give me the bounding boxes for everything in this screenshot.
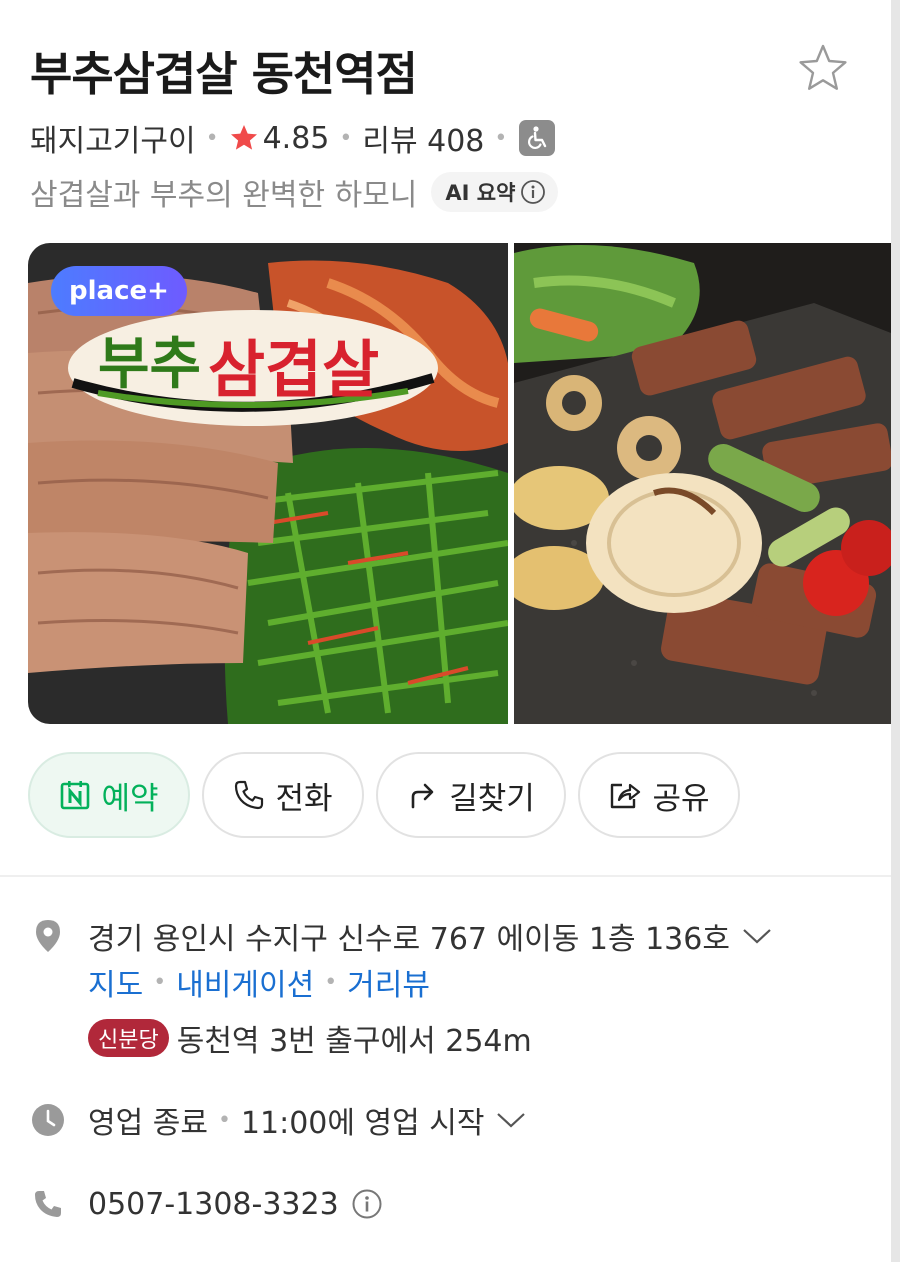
reserve-label: 예약 bbox=[101, 780, 159, 817]
photo-gallery[interactable]: 부추 삼겹살 place+ bbox=[28, 243, 891, 724]
favorite-star-icon[interactable] bbox=[793, 40, 853, 96]
phone-icon bbox=[30, 1186, 66, 1222]
ai-badge-label: AI 요약 bbox=[445, 181, 516, 205]
ai-summary-badge[interactable]: AI 요약 bbox=[431, 172, 559, 212]
call-button[interactable]: 전화 bbox=[202, 752, 364, 838]
reserve-button[interactable]: 예약 bbox=[28, 752, 190, 838]
section-divider bbox=[0, 875, 891, 877]
directions-label: 길찾기 bbox=[449, 780, 535, 817]
logo-part-2: 삼겹살 bbox=[208, 333, 379, 406]
separator-dot: • bbox=[339, 125, 353, 151]
logo-part-1: 부추 bbox=[98, 332, 201, 397]
action-buttons: 예약 전화 길찾기 공유 bbox=[28, 752, 752, 838]
subway-line-badge: 신분당 bbox=[88, 1019, 169, 1057]
share-label: 공유 bbox=[652, 780, 710, 817]
phone-number: 0507-1308-3323 bbox=[88, 1186, 339, 1222]
clock-icon bbox=[30, 1102, 66, 1138]
business-hours-row[interactable]: 영업 종료 • 11:00에 영업 시작 bbox=[88, 1098, 526, 1142]
navigation-link[interactable]: 내비게이션 bbox=[176, 960, 314, 1004]
call-label: 전화 bbox=[275, 780, 333, 817]
photo-pork-belly[interactable]: 부추 삼겹살 place+ bbox=[28, 243, 508, 724]
place-title: 부추삼겹살 동천역점 bbox=[30, 47, 418, 101]
phone-row[interactable]: 0507-1308-3323 bbox=[88, 1182, 383, 1226]
separator-dot: • bbox=[494, 125, 508, 151]
review-count-link[interactable]: 리뷰 408 bbox=[362, 116, 484, 160]
subway-distance-text: 동천역 3번 출구에서 254m bbox=[176, 1024, 532, 1059]
phone-icon bbox=[233, 779, 265, 811]
location-pin-icon bbox=[30, 918, 66, 954]
separator-dot: • bbox=[217, 1107, 231, 1133]
share-icon bbox=[608, 779, 642, 811]
rating-value: 4.85 bbox=[262, 120, 330, 156]
directions-arrow-icon bbox=[407, 779, 439, 811]
wheelchair-icon bbox=[519, 120, 556, 156]
street-view-link[interactable]: 거리뷰 bbox=[347, 960, 430, 1004]
separator-dot: • bbox=[153, 969, 167, 995]
info-icon[interactable] bbox=[351, 1188, 383, 1220]
place-plus-badge: place+ bbox=[51, 266, 187, 316]
meta-row: 돼지고기구이 • 4.85 • 리뷰 408 • bbox=[30, 116, 556, 160]
map-link[interactable]: 지도 bbox=[88, 960, 143, 1004]
category-label: 돼지고기구이 bbox=[30, 124, 196, 159]
info-icon bbox=[521, 180, 546, 204]
share-button[interactable]: 공유 bbox=[578, 752, 740, 838]
hours-next-open: 11:00에 영업 시작 bbox=[240, 1106, 485, 1141]
naver-calendar-icon bbox=[59, 779, 91, 811]
subway-info: 신분당 동천역 3번 출구에서 254m bbox=[88, 1016, 532, 1060]
separator-dot: • bbox=[205, 125, 219, 151]
directions-button[interactable]: 길찾기 bbox=[376, 752, 566, 838]
photo-grill-plate[interactable] bbox=[514, 243, 891, 724]
address-row[interactable]: 경기 용인시 수지구 신수로 767 에이동 1층 136호 bbox=[88, 914, 772, 958]
rating: 4.85 bbox=[229, 120, 330, 156]
rating-star-icon bbox=[230, 125, 257, 150]
map-links: 지도 • 내비게이션 • 거리뷰 bbox=[88, 960, 430, 1004]
scroll-rail bbox=[891, 0, 900, 1262]
separator-dot: • bbox=[324, 969, 338, 995]
chevron-down-icon[interactable] bbox=[742, 927, 772, 945]
ai-summary-text: 삼겹살과 부추의 완벽한 하모니 bbox=[30, 178, 418, 213]
address-text: 경기 용인시 수지구 신수로 767 에이동 1층 136호 bbox=[88, 922, 730, 957]
hours-status: 영업 종료 bbox=[88, 1106, 208, 1141]
chevron-down-icon[interactable] bbox=[496, 1111, 526, 1129]
summary-row: 삼겹살과 부추의 완벽한 하모니 AI 요약 bbox=[30, 170, 559, 214]
